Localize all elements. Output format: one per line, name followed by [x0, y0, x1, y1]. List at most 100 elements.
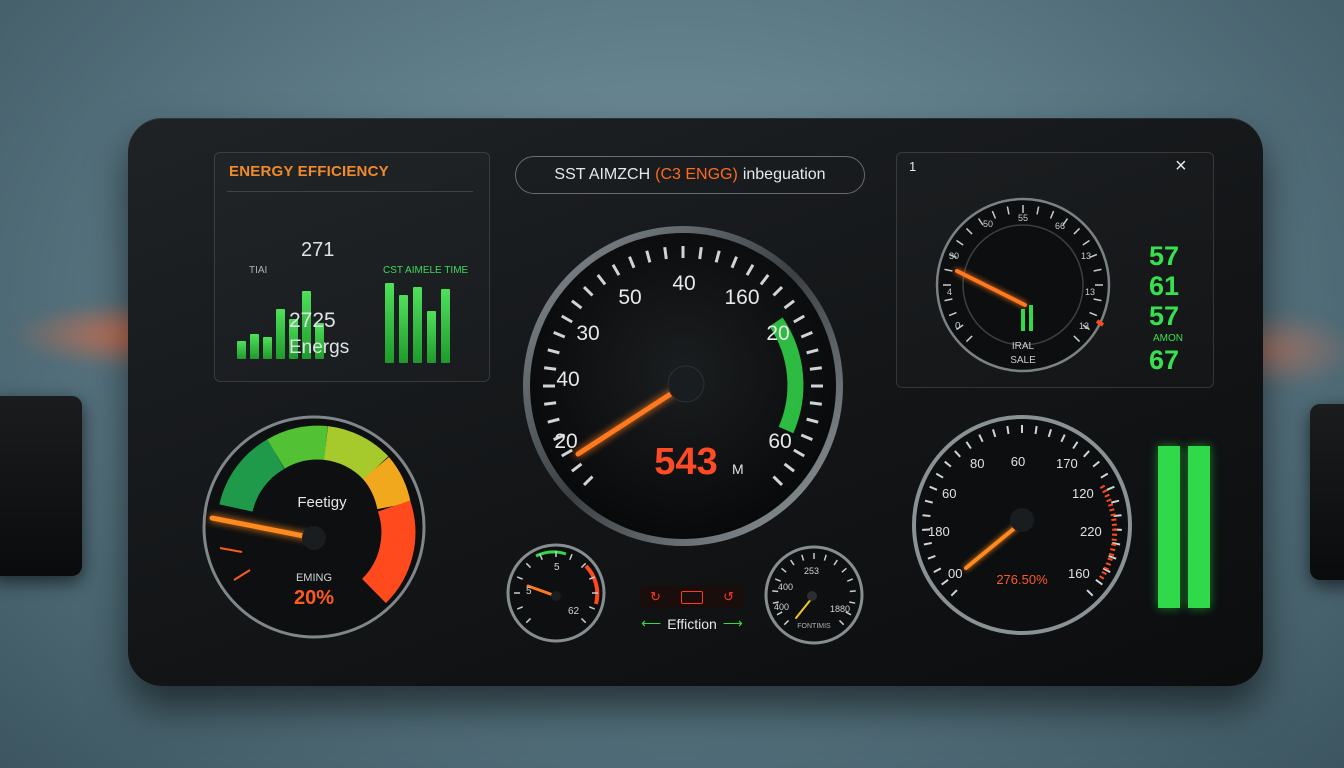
tick-mark — [809, 401, 822, 406]
tick-label: 20 — [766, 322, 789, 345]
warning-lights: ↻ ↺ — [640, 586, 744, 608]
gauge-label: IRAL — [1012, 341, 1035, 352]
reading: 57 — [1149, 241, 1180, 271]
circle-arrow-icon: ↻ — [650, 589, 661, 604]
tick-label: 50 — [983, 219, 993, 229]
speaker-left — [0, 396, 82, 576]
tick-label: 180 — [928, 524, 950, 539]
efficiency-sublabel: EMING — [296, 572, 332, 584]
tick-label: 40 — [672, 272, 695, 295]
bar — [276, 309, 285, 359]
tick-label: 40 — [556, 368, 579, 391]
bar — [263, 337, 272, 359]
bar — [427, 311, 436, 363]
tick-label: 50 — [618, 286, 641, 309]
main-unit: M — [732, 461, 744, 477]
circle-arrow-icon: ↺ — [723, 589, 734, 604]
tick-label: 400 — [774, 602, 789, 612]
tick-label: 5 — [526, 586, 532, 597]
green-level-bar — [1158, 446, 1180, 608]
green-level-bar — [1188, 446, 1210, 608]
lower-right-gauge: 60 80 170 60 120 180 220 00 160 276.50% — [912, 415, 1132, 635]
tick-label: 66 — [1055, 221, 1065, 231]
tick-label: 5 — [554, 562, 560, 573]
tick-label: 55 — [1018, 213, 1028, 223]
tick-label: 1880 — [830, 604, 850, 614]
arrow-right-icon: ⟶ — [722, 615, 743, 631]
reading: 61 — [1149, 271, 1180, 301]
bar — [250, 334, 259, 359]
reading-label: AMON — [1153, 333, 1183, 344]
tick-label: 120 — [1072, 486, 1094, 501]
tick-mark — [922, 514, 931, 517]
tick-label: 400 — [778, 582, 793, 592]
panel-number: 1 — [909, 159, 917, 174]
right-panel-gauge: 55 50 66 30 13 4 13 0 13 IRAL SALE — [935, 197, 1111, 373]
energy-efficiency-panel: ENERGY EFFICIENCY 271 TIAI CST AIMELE TI… — [214, 152, 490, 382]
gauge-label: SALE — [1010, 355, 1036, 366]
tick-label: 220 — [1080, 524, 1102, 539]
tick-label: 60 — [942, 486, 956, 501]
tick-label: 80 — [970, 456, 984, 471]
lower-readout: 276.50% — [996, 572, 1048, 587]
tick-mark — [809, 366, 822, 371]
panel-title: ENERGY EFFICIENCY — [229, 163, 389, 180]
efficiency-value: 20% — [294, 587, 334, 609]
indicator-label: Effiction — [667, 615, 717, 632]
tick-mark — [544, 366, 557, 371]
bar — [441, 289, 450, 363]
bar — [237, 341, 246, 359]
tick-label: 160 — [1068, 566, 1090, 581]
search-prefix: SST AIMZCH — [554, 166, 651, 183]
engine-icon — [681, 590, 703, 604]
tick-label: 13 — [1079, 321, 1089, 331]
tick-label: 0 — [955, 321, 961, 332]
arrow-left-icon: ⟵ — [641, 615, 662, 631]
value-main: 2725 — [289, 309, 336, 332]
tick-label: 60 — [1011, 454, 1025, 469]
efficiency-indicator: ⟵ Effiction ⟶ — [632, 615, 752, 632]
tick-label: 253 — [804, 566, 819, 576]
tick-mark — [849, 590, 856, 593]
efficiency-label: Feetigy — [297, 494, 347, 511]
label-right: CST AIMELE TIME — [383, 265, 469, 276]
reading: 67 — [1149, 345, 1180, 375]
close-icon[interactable]: × — [1175, 155, 1187, 178]
value-label: Energs — [289, 337, 350, 358]
bar — [385, 283, 394, 363]
tick-label: 30 — [576, 322, 599, 345]
label-small: TIAI — [249, 265, 268, 276]
tick-label: 4 — [947, 287, 952, 297]
tick-label: 20 — [554, 430, 577, 453]
efficiency-gauge: Feetigy EMING 20% — [202, 415, 426, 639]
reading: 57 — [1149, 301, 1180, 331]
bar-chart-right — [385, 283, 450, 363]
value-top: 271 — [301, 239, 335, 261]
dashboard-device: ENERGY EFFICIENCY 271 TIAI CST AIMELE TI… — [128, 118, 1263, 686]
search-pill[interactable]: SST AIMZCH (C3 ENGG) inbeguation — [515, 156, 865, 194]
small-gauge-right: 400 253 400 1880 FONTIMIS — [764, 545, 864, 645]
tick-mark — [544, 401, 557, 406]
bar — [413, 287, 422, 363]
tick-label: 13 — [1085, 287, 1095, 297]
tick-label: 60 — [768, 430, 791, 453]
tick-mark — [663, 247, 668, 260]
tick-mark — [1034, 425, 1038, 435]
divider — [227, 191, 473, 192]
right-info-panel: 1 × 55 50 66 30 13 4 13 0 13 IRAL SALE 5… — [896, 152, 1214, 388]
bar — [399, 295, 408, 363]
search-suffix: inbeguation — [742, 166, 826, 183]
tick-label: 30 — [949, 251, 959, 261]
tick-label: 62 — [568, 606, 580, 617]
tick-label: 00 — [948, 566, 962, 581]
speaker-right — [1310, 404, 1344, 580]
tick-mark — [1006, 425, 1010, 435]
main-readout: 543 — [654, 441, 717, 483]
main-speed-gauge: 20 40 30 50 40 160 20 60 543 M — [523, 226, 843, 546]
small-gauge-left: 5 5 62 — [506, 543, 606, 643]
tick-label: 13 — [1081, 251, 1091, 261]
search-highlight: (C3 ENGG) — [655, 166, 738, 183]
tick-label: 160 — [724, 286, 759, 309]
gauge-label: FONTIMIS — [797, 623, 831, 630]
tick-label: 170 — [1056, 456, 1078, 471]
